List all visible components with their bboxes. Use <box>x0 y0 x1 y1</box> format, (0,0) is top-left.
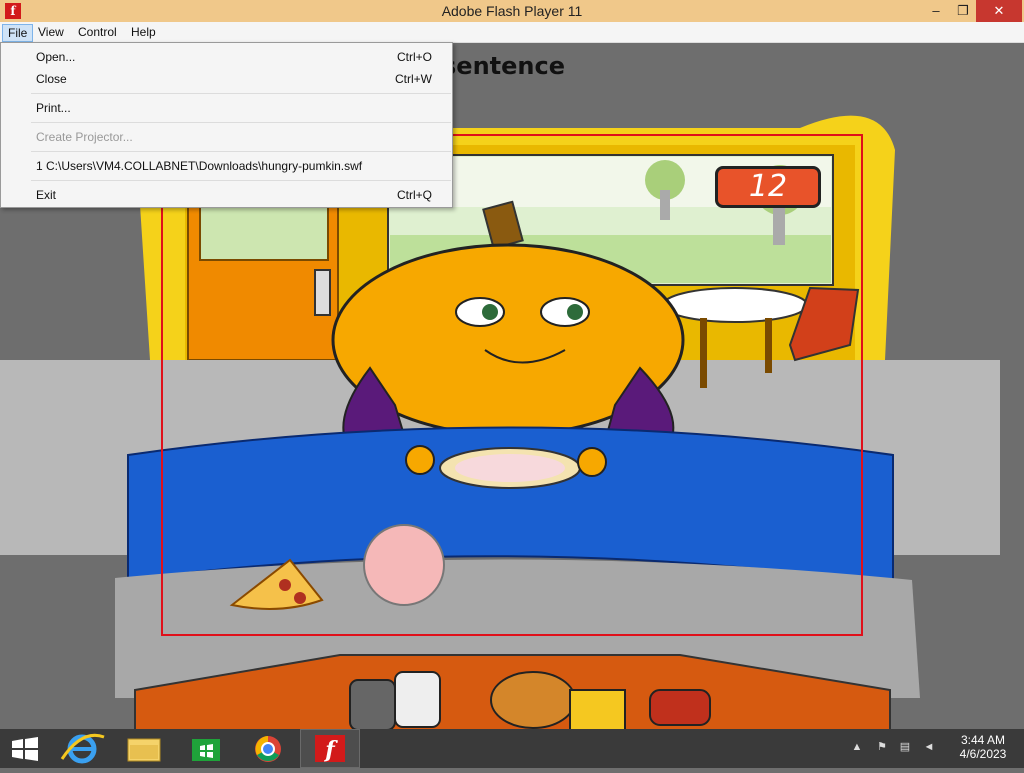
table-leg <box>700 318 707 388</box>
volume-muted-icon[interactable]: ◄ <box>922 740 936 754</box>
windows-start-icon <box>12 737 38 761</box>
title-bar: f Adobe Flash Player 11 – ❐ ✕ <box>0 0 1024 22</box>
menu-separator <box>31 122 451 123</box>
door-window <box>199 199 329 261</box>
menu-control[interactable]: Control <box>73 24 122 42</box>
pepper-shaker[interactable] <box>349 679 396 729</box>
menu-help[interactable]: Help <box>126 24 161 42</box>
file-menu-dropdown: Open... Ctrl+O Close Ctrl+W Print... Cre… <box>0 42 453 208</box>
maximize-button[interactable]: ❐ <box>950 0 976 22</box>
pumpkin-right-pupil <box>567 304 583 320</box>
menu-item-print-label: Print... <box>36 101 71 115</box>
pumpkin-left-pupil <box>482 304 498 320</box>
menu-file[interactable]: File <box>2 24 34 42</box>
minimize-button[interactable]: – <box>922 0 950 22</box>
taskbar-flash-player[interactable]: f <box>300 729 360 768</box>
menu-view[interactable]: View <box>33 24 69 42</box>
taskbar-chrome[interactable] <box>238 729 298 768</box>
menu-item-close-shortcut: Ctrl+W <box>395 72 432 86</box>
door-handle <box>314 269 331 316</box>
system-clock[interactable]: 3:44 AM 4/6/2023 <box>955 733 1011 761</box>
pizza-pepperoni <box>279 579 291 591</box>
show-hidden-icons[interactable]: ▲ <box>850 740 864 754</box>
clock-time: 3:44 AM <box>960 733 1006 747</box>
menu-item-create-projector-label: Create Projector... <box>36 130 133 144</box>
taskbar-windows-store[interactable] <box>176 729 236 768</box>
taskbar: f ▲ ⚑ ▤ ◄ 3:44 AM 4/6/2023 <box>0 729 1024 768</box>
burger[interactable] <box>490 671 576 729</box>
file-explorer-icon <box>127 738 161 762</box>
windows-store-icon <box>192 739 220 761</box>
menu-item-open-label: Open... <box>36 50 76 64</box>
sentence-heading: sentence <box>442 52 565 80</box>
internet-explorer-icon <box>60 733 105 764</box>
pumpkin-right-hand <box>577 447 607 477</box>
close-button[interactable]: ✕ <box>976 0 1022 22</box>
pizza-pepperoni <box>294 592 306 604</box>
menu-bar: File View Control Help <box>0 22 1024 43</box>
menu-item-exit-label: Exit <box>36 188 57 202</box>
menu-item-open-shortcut: Ctrl+O <box>396 50 432 64</box>
menu-item-recent-file-label: 1 C:\Users\VM4.COLLABNET\Downloads\hungr… <box>36 159 363 173</box>
salt-shaker[interactable] <box>394 671 441 728</box>
score-counter: 12 <box>715 166 821 208</box>
tree-trunk <box>660 190 670 220</box>
plate-center <box>455 454 565 482</box>
clock-date: 4/6/2023 <box>959 747 1007 761</box>
menu-item-recent-file[interactable]: 1 C:\Users\VM4.COLLABNET\Downloads\hungr… <box>1 155 452 177</box>
ham-slice[interactable] <box>363 524 445 606</box>
menu-item-print[interactable]: Print... <box>1 97 452 119</box>
menu-item-close-label: Close <box>36 72 67 86</box>
taskbar-file-explorer[interactable] <box>114 729 174 768</box>
menu-separator <box>31 180 451 181</box>
network-icon[interactable]: ▤ <box>898 740 912 754</box>
hot-dog[interactable] <box>649 689 711 726</box>
action-center-flag-icon[interactable]: ⚑ <box>875 740 889 754</box>
french-fries[interactable] <box>569 689 626 729</box>
window-title: Adobe Flash Player 11 <box>441 3 583 19</box>
menu-separator <box>31 93 451 94</box>
chrome-icon <box>255 736 281 762</box>
windows-start-button[interactable] <box>0 729 60 768</box>
table-leg <box>765 318 772 373</box>
menu-item-exit-shortcut: Ctrl+Q <box>396 188 432 202</box>
pumpkin-left-hand <box>405 445 435 475</box>
flash-player-icon: f <box>315 735 345 763</box>
menu-item-open[interactable]: Open... Ctrl+O <box>1 46 452 68</box>
taskbar-internet-explorer[interactable] <box>52 729 112 768</box>
menu-item-exit[interactable]: Exit Ctrl+Q <box>1 184 452 206</box>
menu-item-close[interactable]: Close Ctrl+W <box>1 68 452 90</box>
menu-separator <box>31 151 451 152</box>
menu-item-create-projector: Create Projector... <box>1 126 452 148</box>
round-table <box>662 287 808 323</box>
